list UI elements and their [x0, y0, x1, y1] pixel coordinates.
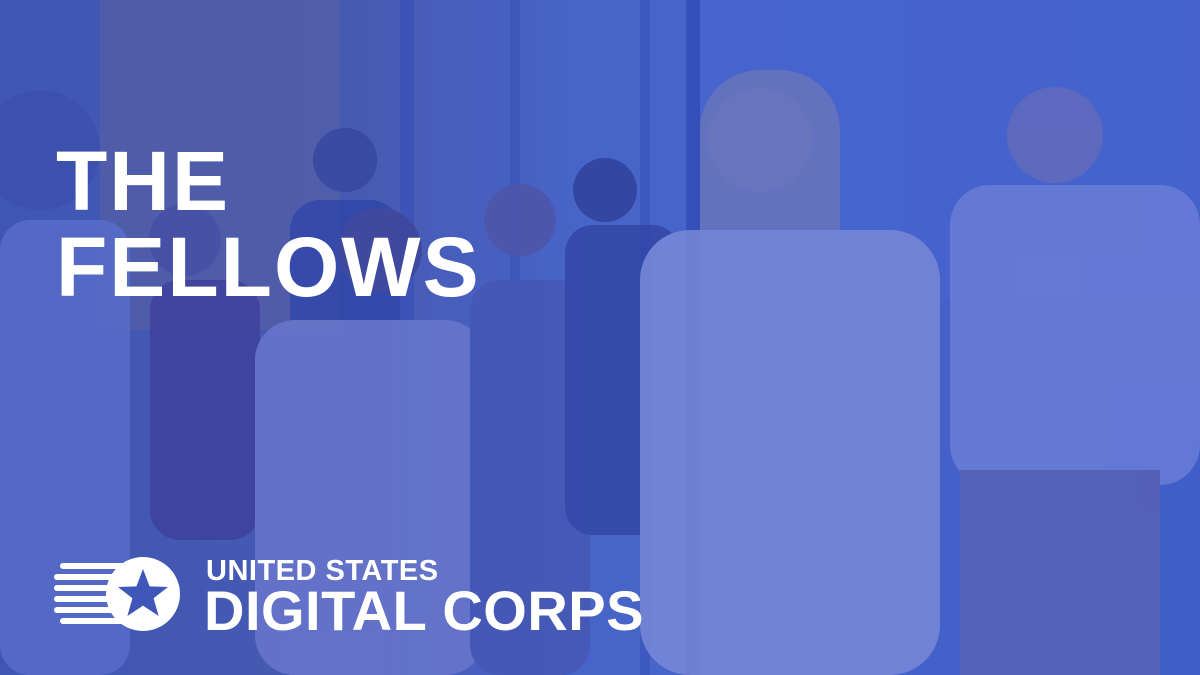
headline-line-1: THE — [56, 134, 230, 228]
headline: THE FELLOWS — [56, 138, 481, 310]
headline-line-2: FELLOWS — [56, 220, 481, 314]
us-digital-corps-logo: UNITED STATES DIGITAL CORPS — [54, 555, 674, 639]
banner: THE FELLOWS UNITED STATES DIGITAL CORPS — [0, 0, 1200, 675]
logo-text-digital-corps: DIGITAL CORPS — [204, 579, 645, 642]
star-emblem-icon — [54, 557, 180, 631]
